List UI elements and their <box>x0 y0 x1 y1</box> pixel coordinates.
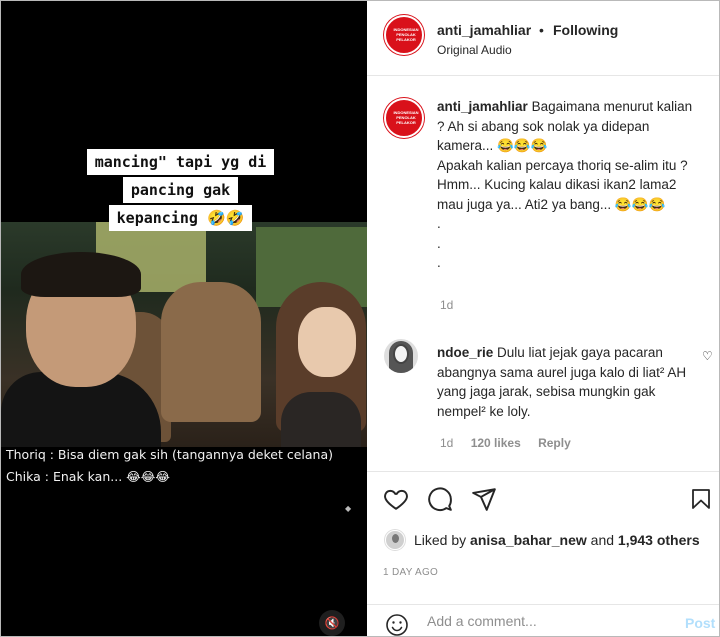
avatar[interactable]: INDONESIAN PENOLAK PELAKOR <box>384 15 424 55</box>
likes-middle: and <box>586 532 618 548</box>
reply-button[interactable]: Reply <box>538 436 571 450</box>
post-caption: anti_jamahliar Bagaimana menurut kalian … <box>437 97 699 273</box>
avatar-logo-text: INDONESIAN PENOLAK PELAKOR <box>393 27 419 42</box>
comment-meta: 1d 120 likes Reply <box>440 436 585 450</box>
liker-username[interactable]: anisa_bahar_new <box>470 532 587 548</box>
comment: ndoe_rie Dulu liat jejak gaya pacaran ab… <box>437 343 699 421</box>
avatar[interactable]: INDONESIAN PENOLAK PELAKOR <box>384 98 424 138</box>
car-headrest <box>161 282 261 422</box>
caption-dot: . <box>437 255 441 270</box>
action-bar: Liked by anisa_bahar_new and 1,943 other… <box>367 471 719 637</box>
add-comment-bar: Post <box>367 604 719 637</box>
comment-input[interactable] <box>427 613 667 629</box>
likes-prefix: Liked by <box>414 532 471 548</box>
caption-dot: . <box>437 235 441 251</box>
comment-age[interactable]: 1d <box>440 436 453 450</box>
following-button[interactable]: Following <box>553 22 618 38</box>
post-header: INDONESIAN PENOLAK PELAKOR anti_jamahlia… <box>367 1 719 76</box>
username-link[interactable]: ndoe_rie <box>437 345 493 360</box>
bookmark-icon[interactable] <box>689 486 713 517</box>
post-details-panel: INDONESIAN PENOLAK PELAKOR anti_jamahlia… <box>367 1 719 636</box>
video-subtitle: Thoriq : Bisa diem gak sih (tangannya de… <box>6 447 334 462</box>
sparkle-icon: ◆ <box>345 504 352 513</box>
video-player[interactable]: mancing" tapi yg di pancing gak kepancin… <box>1 1 367 636</box>
video-frame <box>1 222 367 447</box>
username-link[interactable]: anti_jamahliar <box>437 99 528 114</box>
emoji-icon[interactable] <box>385 613 409 637</box>
caption-line: pancing gak <box>122 177 239 203</box>
caption-line: kepancing 🤣🤣 <box>108 205 253 231</box>
share-icon[interactable] <box>471 486 497 517</box>
caption-dot: . <box>437 216 441 231</box>
video-subtitle: Chika : Enak kan... 😂😂😂 <box>6 469 170 484</box>
caption-line: mancing" tapi yg di <box>86 149 275 175</box>
post-timestamp[interactable]: 1 DAY AGO <box>383 567 438 578</box>
likes-summary: Liked by anisa_bahar_new and 1,943 other… <box>414 532 700 548</box>
comment-like-icon[interactable]: ♡ <box>702 349 713 363</box>
comment-icon[interactable] <box>427 486 453 517</box>
person-right <box>276 282 366 447</box>
video-caption-overlay: mancing" tapi yg di pancing gak kepancin… <box>73 149 288 233</box>
post-button[interactable]: Post <box>685 615 715 631</box>
heart-icon[interactable] <box>383 486 409 517</box>
avatar-logo-text: INDONESIAN PENOLAK PELAKOR <box>393 110 419 125</box>
comment-likes[interactable]: 120 likes <box>471 436 521 450</box>
liker-avatar[interactable] <box>385 530 405 550</box>
separator-dot: • <box>539 22 544 38</box>
volume-mute-icon[interactable]: 🔇 <box>319 610 345 636</box>
avatar[interactable] <box>384 339 418 373</box>
likes-others[interactable]: 1,943 others <box>618 532 700 548</box>
person-left <box>1 252 161 447</box>
username-link[interactable]: anti_jamahliar <box>437 22 531 38</box>
audio-link[interactable]: Original Audio <box>437 43 512 57</box>
caption-age[interactable]: 1d <box>440 298 453 312</box>
caption-text-2: Apakah kalian percaya thoriq se-alim itu… <box>437 157 688 212</box>
